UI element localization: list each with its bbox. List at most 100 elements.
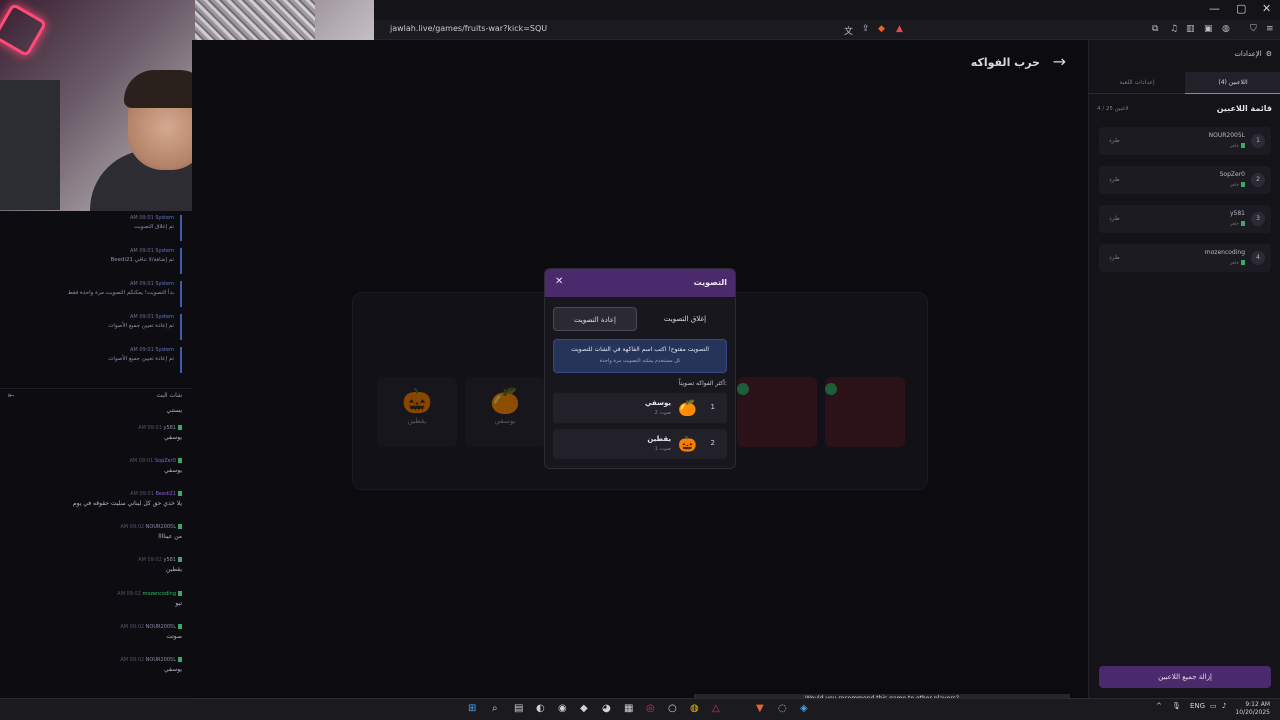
kick-button[interactable]: طرد <box>1109 137 1120 144</box>
message-text: تيو <box>175 600 182 607</box>
fruit-card-hidden[interactable] <box>825 377 905 447</box>
network-icon[interactable]: ▭ <box>1210 702 1217 710</box>
maximize-button[interactable]: ▢ <box>1236 2 1246 15</box>
remove-all-players-button[interactable]: إزالة جميع اللاعبين <box>1099 666 1271 688</box>
menu-icon[interactable]: ≡ <box>1266 24 1274 34</box>
message-author[interactable]: NOUR2005L <box>146 657 176 663</box>
message-time: AM 09:01 <box>130 215 154 221</box>
obs-icon[interactable]: ◌ <box>778 703 787 714</box>
collapse-icon[interactable]: ⇤ <box>8 391 15 400</box>
message-author[interactable]: Beedi21 <box>155 491 176 497</box>
message-text: يلا خذي حق كل ليناني سليت حقوقه في يوم <box>72 500 182 507</box>
message-time: AM 09:01 <box>130 281 154 287</box>
result-rank: 2 <box>710 439 715 447</box>
music-icon[interactable]: ♫ <box>1170 24 1178 34</box>
kick-button[interactable]: طرد <box>1109 215 1120 222</box>
vpn-icon[interactable]: ◍ <box>1222 24 1230 34</box>
volume-icon[interactable]: ♪ <box>1222 702 1226 710</box>
message-text: تم إعادة تعيين جميع الأصوات <box>108 356 174 362</box>
system-message: AM 09:01 System بدأ التصويت! يمكنكم التص… <box>10 281 182 307</box>
verified-icon <box>178 425 182 430</box>
app-icon[interactable]: △ <box>712 703 720 714</box>
kick-button[interactable]: طرد <box>1109 254 1120 261</box>
app-icon[interactable]: ◎ <box>646 703 655 714</box>
discord-icon[interactable]: ◕ <box>602 703 611 714</box>
message-text: يوسفي <box>164 666 182 673</box>
tray-chevron-icon[interactable]: ^ <box>1156 702 1162 710</box>
wallet-icon[interactable]: ▣ <box>1204 24 1213 34</box>
app-icon[interactable]: ▦ <box>624 703 633 714</box>
verified-icon <box>1241 182 1245 187</box>
verified-icon <box>178 624 182 629</box>
reset-vote-button[interactable]: إعادة التصويت <box>553 307 637 331</box>
clock[interactable]: 9:12 AM 10/20/2025 <box>1235 701 1270 717</box>
app-icon[interactable]: ◆ <box>580 703 588 714</box>
players-list-title: قائمة اللاعبين <box>1216 104 1272 113</box>
player-row: 3 y581 جاهز طرد <box>1099 205 1271 233</box>
sidebar-toggle-icon[interactable]: ▥ <box>1186 24 1195 34</box>
file-explorer-icon[interactable]: ▤ <box>514 703 523 714</box>
player-row: 2 SopZer0 جاهز طرد <box>1099 166 1271 194</box>
close-icon[interactable]: ✕ <box>555 276 563 287</box>
player-number: 2 <box>1251 173 1265 187</box>
players-count: 4 / 25 لاعبين <box>1097 106 1129 112</box>
close-vote-button[interactable]: إغلاق التصويت <box>643 307 727 331</box>
url-text[interactable]: jawlah.live/games/fruits-war?kick=SQU <box>390 24 547 33</box>
windows-start-icon[interactable]: ⊞ <box>468 703 476 714</box>
settings-label: الإعدادات <box>1234 50 1262 58</box>
modal-actions: إعادة التصويت إغلاق التصويت <box>553 307 727 331</box>
app-icon[interactable]: ◐ <box>536 703 545 714</box>
verified-icon <box>178 591 182 596</box>
message-author[interactable]: y581 <box>163 557 176 563</box>
vote-info-banner: التصويت مفتوح! اكتب اسم الفاكهة في الشات… <box>553 339 727 373</box>
fruit-card-tangerine[interactable]: 🍊 يوسفي <box>465 377 545 447</box>
tab-players[interactable]: اللاعبين (4) <box>1185 72 1280 94</box>
close-window-button[interactable]: ✕ <box>1262 2 1271 15</box>
message-text: تم إعادة تعيين جميع الأصوات <box>108 323 174 329</box>
message-author[interactable]: SopZer0 <box>155 458 176 464</box>
verified-icon <box>178 657 182 662</box>
message-author[interactable]: NOUR2005L <box>146 624 176 630</box>
player-name: mozencoding <box>1204 249 1245 256</box>
message-author[interactable]: mozencoding <box>142 591 176 597</box>
back-arrow-icon[interactable]: → <box>1053 52 1066 71</box>
mic-icon[interactable]: 🎙 <box>1172 702 1181 710</box>
browser-titlebar: — ▢ ✕ <box>374 0 1280 20</box>
settings-header[interactable]: الإعدادات ⚙ <box>1234 50 1272 58</box>
chrome-icon[interactable]: ◍ <box>690 703 699 714</box>
translate-icon[interactable]: 文 <box>844 24 853 37</box>
steam-icon[interactable]: ◉ <box>558 703 567 714</box>
language-indicator[interactable]: ENG <box>1190 702 1205 710</box>
brave-rewards-icon[interactable]: ▲ <box>896 24 903 34</box>
message-author[interactable]: NOUR2005L <box>146 524 176 530</box>
minimize-button[interactable]: — <box>1209 2 1220 15</box>
app-icon[interactable]: ◈ <box>800 703 808 714</box>
verified-icon <box>1241 221 1245 226</box>
brave-shield-icon[interactable]: ◆ <box>878 24 885 34</box>
message-text: يقطين <box>165 566 182 573</box>
brave-icon[interactable]: ▼ <box>756 703 764 714</box>
app-icon[interactable]: ○ <box>668 703 677 714</box>
fruit-card-hidden[interactable] <box>737 377 817 447</box>
fruit-card-pumpkin[interactable]: 🎃 يقطين <box>377 377 457 447</box>
share-icon[interactable]: ⇪ <box>862 24 870 34</box>
shield-icon[interactable]: ⛉ <box>1250 24 1257 34</box>
verified-icon <box>1241 143 1245 148</box>
address-bar[interactable]: jawlah.live/games/fruits-war?kick=SQU 文 … <box>374 20 1280 40</box>
tab-game-settings[interactable]: إعدادات اللعبة <box>1089 72 1185 94</box>
gear-icon: ⚙ <box>1265 50 1272 58</box>
kick-button[interactable]: طرد <box>1109 176 1120 183</box>
extension-icon[interactable]: ⧉ <box>1152 24 1158 34</box>
player-row: 4 mozencoding جاهز طرد <box>1099 244 1271 272</box>
message-text: صوتت <box>166 633 182 640</box>
message-time: AM 09:01 <box>138 425 162 431</box>
message-text: Beedi21 تم إضافة/لا تنافي <box>110 257 174 263</box>
player-name: NOUR2005L <box>1208 132 1245 139</box>
search-icon[interactable]: ⌕ <box>492 703 498 714</box>
result-name: يقطين <box>647 435 671 443</box>
top-voted-label: أكثر الفواكه تصويتاً: <box>678 380 727 387</box>
player-name: SopZer0 <box>1219 171 1245 178</box>
message-author[interactable]: y581 <box>163 425 176 431</box>
result-votes: 2 صوت <box>654 410 671 416</box>
player-row: 1 NOUR2005L جاهز طرد <box>1099 127 1271 155</box>
